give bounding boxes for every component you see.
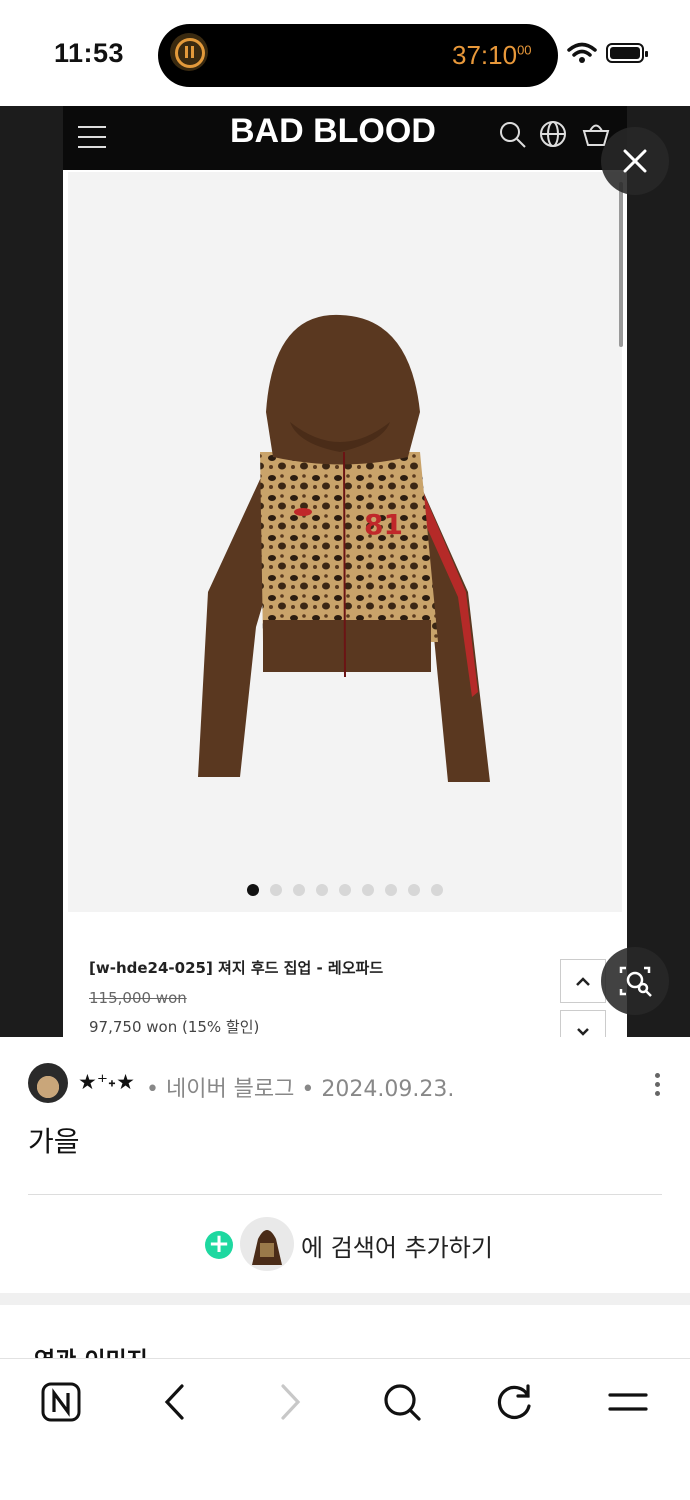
lens-search-icon bbox=[619, 966, 652, 997]
close-button[interactable] bbox=[601, 127, 669, 195]
globe-icon bbox=[540, 121, 566, 147]
site-search-icon bbox=[500, 122, 526, 148]
svg-text:81: 81 bbox=[364, 508, 403, 541]
timer-readout: 37:1000 bbox=[452, 40, 532, 71]
timer-fraction: 00 bbox=[517, 42, 532, 58]
image-search-button[interactable] bbox=[601, 947, 669, 1015]
close-icon bbox=[623, 149, 647, 173]
search-icon[interactable] bbox=[378, 1378, 426, 1426]
wifi-icon bbox=[567, 42, 597, 63]
carousel-dot bbox=[385, 884, 397, 896]
forward-icon[interactable] bbox=[265, 1378, 313, 1426]
webpage-scrollbar bbox=[619, 182, 623, 347]
reload-icon[interactable] bbox=[491, 1378, 539, 1426]
pause-timer-icon[interactable] bbox=[170, 33, 208, 71]
author-name[interactable]: ★⁺˖★ bbox=[78, 1070, 135, 1094]
product-name: [w-hde24-025] 져지 후드 집업 - 레오파드 bbox=[89, 959, 384, 977]
battery-icon bbox=[606, 43, 648, 63]
scroll-down-box bbox=[560, 1010, 606, 1037]
carousel-dot bbox=[408, 884, 420, 896]
search-thumbnail[interactable] bbox=[240, 1217, 294, 1271]
site-menu-icon bbox=[78, 126, 106, 156]
hoodie-illustration: 81 bbox=[198, 314, 490, 782]
add-plus-icon[interactable]: + bbox=[205, 1231, 233, 1259]
author-avatar[interactable] bbox=[28, 1063, 68, 1103]
scroll-up-box bbox=[560, 959, 606, 1003]
original-price: 115,000 won bbox=[89, 989, 187, 1007]
sale-price: 97,750 won (15% 할인) bbox=[89, 1018, 260, 1036]
browser-toolbar bbox=[0, 1358, 690, 1500]
carousel-dot bbox=[362, 884, 374, 896]
divider bbox=[28, 1194, 662, 1195]
add-search-term-label[interactable]: 에 검색어 추가하기 bbox=[301, 1228, 493, 1263]
image-caption[interactable]: 가을 bbox=[28, 1120, 80, 1160]
carousel-dot bbox=[339, 884, 351, 896]
back-icon[interactable] bbox=[152, 1378, 200, 1426]
site-logo: BAD BLOOD bbox=[230, 112, 436, 150]
hoodie-thumb-icon bbox=[252, 1230, 282, 1265]
more-options-icon[interactable] bbox=[655, 1073, 660, 1100]
naver-n-icon[interactable] bbox=[38, 1378, 86, 1426]
carousel-dot bbox=[316, 884, 328, 896]
carousel-dot bbox=[293, 884, 305, 896]
section-separator bbox=[0, 1293, 690, 1305]
chevron-down-icon bbox=[577, 1028, 589, 1036]
chevron-up-icon bbox=[576, 977, 590, 986]
menu-icon[interactable] bbox=[604, 1378, 652, 1426]
carousel-dot-active bbox=[247, 884, 259, 896]
status-time: 11:53 bbox=[54, 38, 125, 68]
product-photo: 81 bbox=[68, 172, 622, 912]
carousel-dot bbox=[431, 884, 443, 896]
carousel-dot bbox=[270, 884, 282, 896]
timer-main: 37:10 bbox=[452, 40, 518, 70]
source-and-date[interactable]: • 네이버 블로그 • 2024.09.23. bbox=[146, 1071, 454, 1103]
